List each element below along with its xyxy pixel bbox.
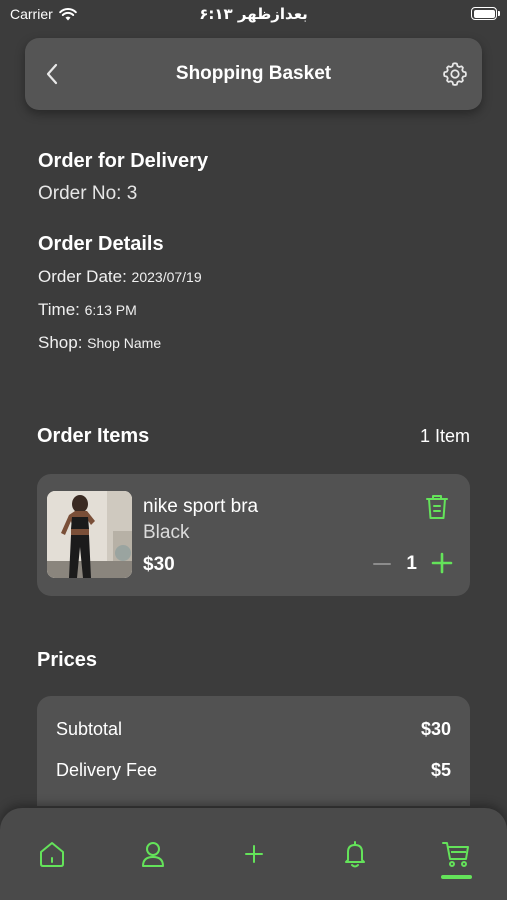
settings-button[interactable]	[441, 60, 469, 88]
order-number: Order No: 3	[38, 183, 138, 204]
shop-value: Shop Name	[87, 335, 162, 351]
order-date-label: Order Date:	[38, 267, 127, 286]
delivery-fee-row: Delivery Fee $5	[56, 760, 451, 781]
order-time-value: 6:13 PM	[84, 302, 137, 318]
prices-summary: Subtotal $30 Delivery Fee $5	[37, 696, 470, 806]
quantity-value: 1	[406, 553, 417, 574]
delivery-fee-amount: $5	[430, 760, 451, 780]
subtotal-amount: $30	[420, 719, 451, 739]
gear-icon	[443, 62, 467, 86]
list-item[interactable]: nike sport bra Black $30 1	[37, 474, 470, 596]
trash-icon	[426, 495, 448, 519]
order-date-value: 2023/07/19	[131, 269, 202, 285]
active-tab-indicator	[441, 875, 472, 879]
shop-line: Shop: Shop Name	[38, 333, 161, 353]
shop-label: Shop:	[38, 333, 83, 352]
prices-title: Prices	[37, 649, 98, 671]
tab-bar	[0, 808, 507, 900]
items-count: 1 Item	[419, 426, 470, 446]
decrease-quantity-button[interactable]	[372, 554, 392, 574]
page-title: Shopping Basket	[175, 63, 332, 84]
tab-add[interactable]	[238, 838, 270, 870]
user-icon	[142, 842, 164, 867]
minus-icon	[373, 563, 391, 565]
product-name: nike sport bra	[143, 496, 259, 517]
tab-notifications[interactable]	[339, 838, 371, 870]
delivery-title: Order for Delivery	[38, 150, 209, 172]
order-time-line: Time: 6:13 PM	[38, 300, 137, 320]
status-bar: Carrier ۶:۱۳ بعدازظهر	[0, 0, 507, 30]
subtotal-row: Subtotal $30	[56, 719, 451, 740]
order-date-line: Order Date: 2023/07/19	[38, 267, 202, 287]
plus-icon	[431, 552, 453, 574]
increase-quantity-button[interactable]	[431, 552, 453, 574]
subtotal-label: Subtotal	[56, 719, 123, 739]
order-time-label: Time:	[38, 300, 80, 319]
bell-icon	[345, 841, 365, 868]
tab-profile[interactable]	[137, 838, 169, 870]
items-title: Order Items	[37, 425, 150, 447]
status-time: ۶:۱۳ بعدازظهر	[199, 5, 308, 23]
tab-home[interactable]	[36, 838, 68, 870]
product-color: Black	[143, 522, 190, 543]
shopping-basket-screen: Carrier ۶:۱۳ بعدازظهر Shopping Basket Or…	[0, 0, 507, 900]
delivery-fee-label: Delivery Fee	[56, 760, 158, 780]
tab-cart[interactable]	[440, 838, 472, 870]
product-price: $30	[143, 554, 175, 575]
delete-item-button[interactable]	[424, 492, 450, 522]
product-image	[47, 491, 132, 578]
cart-icon	[442, 842, 469, 867]
home-icon	[40, 842, 64, 867]
plus-icon	[245, 845, 263, 863]
details-title: Order Details	[38, 233, 164, 255]
header-bar: Shopping Basket	[25, 38, 482, 110]
battery-icon	[471, 7, 500, 20]
